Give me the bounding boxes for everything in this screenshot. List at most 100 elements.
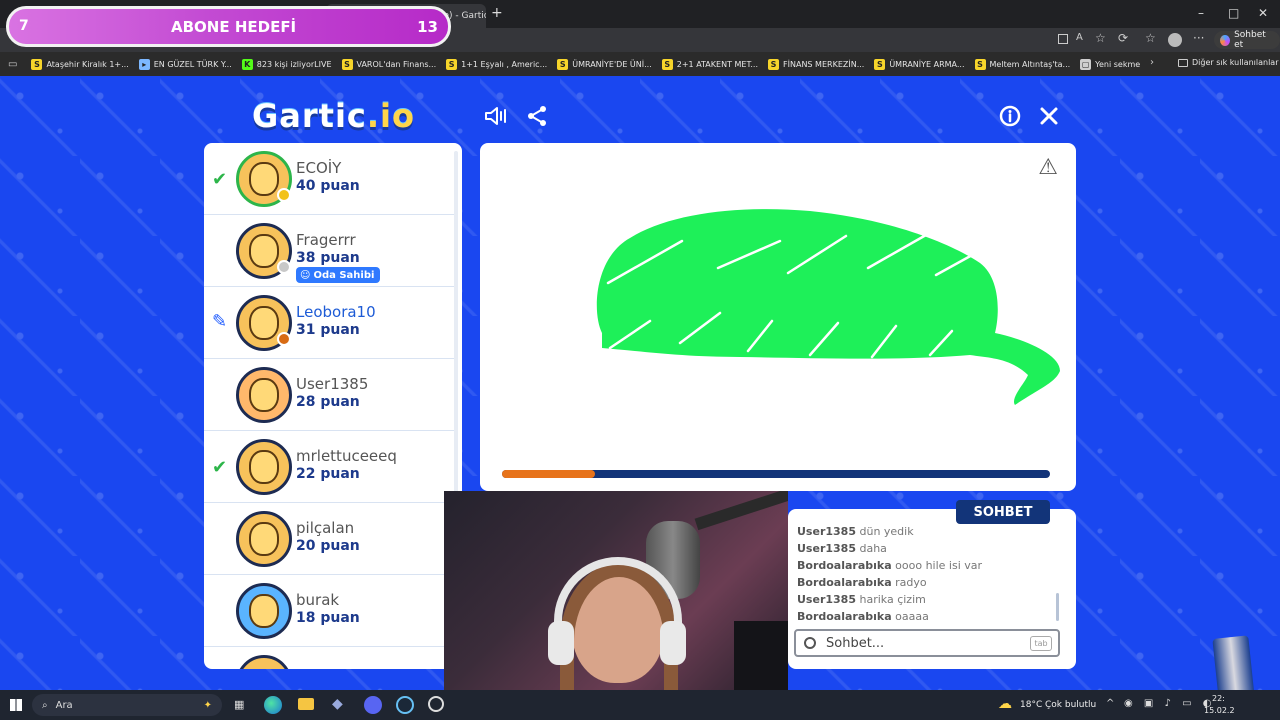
task-view-icon[interactable]: ▦ [234, 698, 244, 711]
player-row[interactable]: pilçalan 20 puan [204, 503, 454, 575]
player-row[interactable]: ✎ Leobora10 31 puan [204, 287, 454, 359]
discord-icon[interactable] [364, 696, 382, 714]
goal-current: 7 [19, 18, 29, 34]
bookmark-item[interactable]: ▢ Yeni sekme [1080, 58, 1140, 70]
chat-input[interactable]: Sohbet... tab [794, 629, 1060, 657]
file-explorer-icon[interactable] [298, 698, 314, 710]
extensions-icon[interactable]: ⟳ [1118, 31, 1128, 45]
sound-toggle-icon[interactable] [482, 101, 512, 131]
search-highlight-icon: ✦ [203, 699, 212, 711]
chat-text: harika çizim [859, 593, 926, 606]
chat-text: dün yedik [859, 525, 914, 538]
player-avatar [236, 583, 292, 639]
bookmark-favicon-icon: S [31, 58, 43, 70]
player-score: 31 puan [296, 322, 360, 338]
read-aloud-icon[interactable]: A [1076, 32, 1083, 43]
player-avatar [236, 223, 292, 279]
bookmark-item[interactable]: S VAROL'dan Finans... [341, 58, 437, 70]
chat-message: Bordoalarabıka radyo [797, 576, 927, 589]
search-label: Ara [55, 699, 73, 711]
profile-avatar[interactable] [1168, 33, 1182, 47]
copilot-chat-button[interactable]: Sohbet et [1214, 30, 1280, 50]
maximize-button[interactable]: □ [1228, 6, 1239, 20]
player-row[interactable]: burak 18 puan [204, 575, 454, 647]
copilot-icon [1220, 34, 1231, 46]
other-favorites-folder[interactable]: Diğer sık kullanılanlar [1178, 58, 1279, 67]
new-tab-plus-icon[interactable]: + [491, 5, 503, 21]
avatar-face-icon [249, 234, 279, 268]
windows-start-icon[interactable] [10, 699, 22, 711]
info-icon[interactable] [995, 101, 1025, 131]
chat-tab[interactable]: SOHBET [956, 500, 1050, 524]
bookmark-item[interactable]: S Ataşehir Kiralık 1+... [31, 58, 129, 70]
bookmark-label: Meltem Altıntaş'ta... [989, 59, 1071, 69]
bookmark-favicon-icon: ▸ [138, 58, 150, 70]
weather-desc: Çok bulutlu [1045, 700, 1097, 710]
clock-time[interactable]: 22: [1212, 694, 1225, 703]
logo-main: Gartic [252, 97, 367, 135]
player-name: Fragerrr [296, 231, 356, 249]
drawing-canvas[interactable]: ⚠ [480, 143, 1076, 491]
bookmark-favicon-icon: S [341, 58, 353, 70]
logo-suffix: .io [366, 97, 415, 135]
bookmark-item[interactable]: S 1+1 Eşyalı , Americ... [446, 58, 548, 70]
player-level-dot [277, 260, 291, 274]
favorite-star-icon[interactable]: ☆ [1095, 31, 1106, 45]
round-timer-fill [502, 470, 596, 478]
avatar-face-icon [249, 306, 279, 340]
obs-icon[interactable] [428, 696, 444, 712]
share-icon[interactable] [522, 101, 552, 131]
owner-face-icon: ☺ [300, 269, 311, 281]
close-window-button[interactable]: ✕ [1258, 6, 1268, 20]
player-score: 28 puan [296, 394, 360, 410]
tray-icons[interactable]: ◉ ▣ ♪ ▭ ◐ [1124, 698, 1215, 709]
player-avatar [236, 295, 292, 351]
edge-icon[interactable] [264, 696, 282, 714]
tray-chevron-icon[interactable]: ^ [1106, 698, 1114, 709]
bookmark-label: VAROL'dan Finans... [356, 59, 437, 69]
chat-user: Bordoalarabıka [797, 576, 892, 589]
search-icon: ⌕ [42, 699, 48, 711]
player-avatar [236, 151, 292, 207]
weather-icon: ☁ [998, 696, 1012, 712]
player-score: 20 puan [296, 538, 360, 554]
bookmark-label: Ataşehir Kiralık 1+... [46, 59, 129, 69]
folder-icon [1178, 58, 1188, 67]
clock-date[interactable]: 15.02.2 [1204, 706, 1235, 715]
chat-placeholder: Sohbet... [826, 635, 885, 651]
bookmark-item[interactable]: S FİNANS MERKEZİN... [768, 58, 864, 70]
bookmark-item[interactable]: S 2+1 ATAKENT MET... [661, 58, 758, 70]
minimize-button[interactable]: – [1198, 6, 1204, 20]
avatar-face-icon [249, 450, 279, 484]
guessed-check-icon: ✔ [212, 169, 228, 190]
bookmark-item[interactable]: ▸ EN GÜZEL TÜRK Y... [138, 58, 232, 70]
chevron-right-icon[interactable]: › [1150, 57, 1154, 68]
favorites-icon[interactable]: ☆ [1145, 31, 1156, 45]
taskbar-search[interactable]: ⌕ Ara ✦ [32, 694, 222, 716]
app-icon-diamond[interactable]: ◆ [332, 696, 343, 712]
chat-scrollbar[interactable] [1056, 593, 1059, 621]
bookmark-favicon-icon: S [768, 58, 780, 70]
bookmark-item[interactable]: K 823 kişi izliyorLIVE [241, 58, 332, 70]
chat-message: User1385 harika çizim [797, 593, 926, 606]
bookmark-item[interactable]: S ÜMRANİYE'DE ÜNİ... [557, 58, 652, 70]
tab-actions-icon[interactable]: ▭ [8, 59, 17, 70]
bookmark-item[interactable]: S Meltem Altıntaş'ta... [974, 58, 1071, 70]
search-icon [804, 637, 816, 649]
drawing-svg [596, 209, 1060, 405]
guessed-check-icon: ✔ [212, 457, 228, 478]
bookmark-favicon-icon: S [557, 58, 569, 70]
player-row[interactable]: ✔ ECOİY 40 puan [204, 143, 454, 215]
player-row[interactable]: ✔ mrlettuceeeq 22 puan [204, 431, 454, 503]
more-options-icon[interactable]: ··· [1193, 31, 1204, 45]
app-icon[interactable] [1058, 34, 1068, 44]
bookmark-label: 823 kişi izliyorLIVE [256, 59, 332, 69]
player-row[interactable]: Fragerrr 38 puan ☺ Oda Sahibi [204, 215, 454, 287]
bookmark-label: 1+1 Eşyalı , Americ... [461, 59, 548, 69]
goal-target: 13 [417, 18, 438, 36]
close-game-icon[interactable] [1034, 101, 1064, 131]
bookmark-item[interactable]: S ÜMRANİYE ARMA... [874, 58, 965, 70]
player-row[interactable]: User1385 28 puan [204, 359, 454, 431]
player-score: 38 puan [296, 250, 360, 266]
steam-icon[interactable] [396, 696, 414, 714]
